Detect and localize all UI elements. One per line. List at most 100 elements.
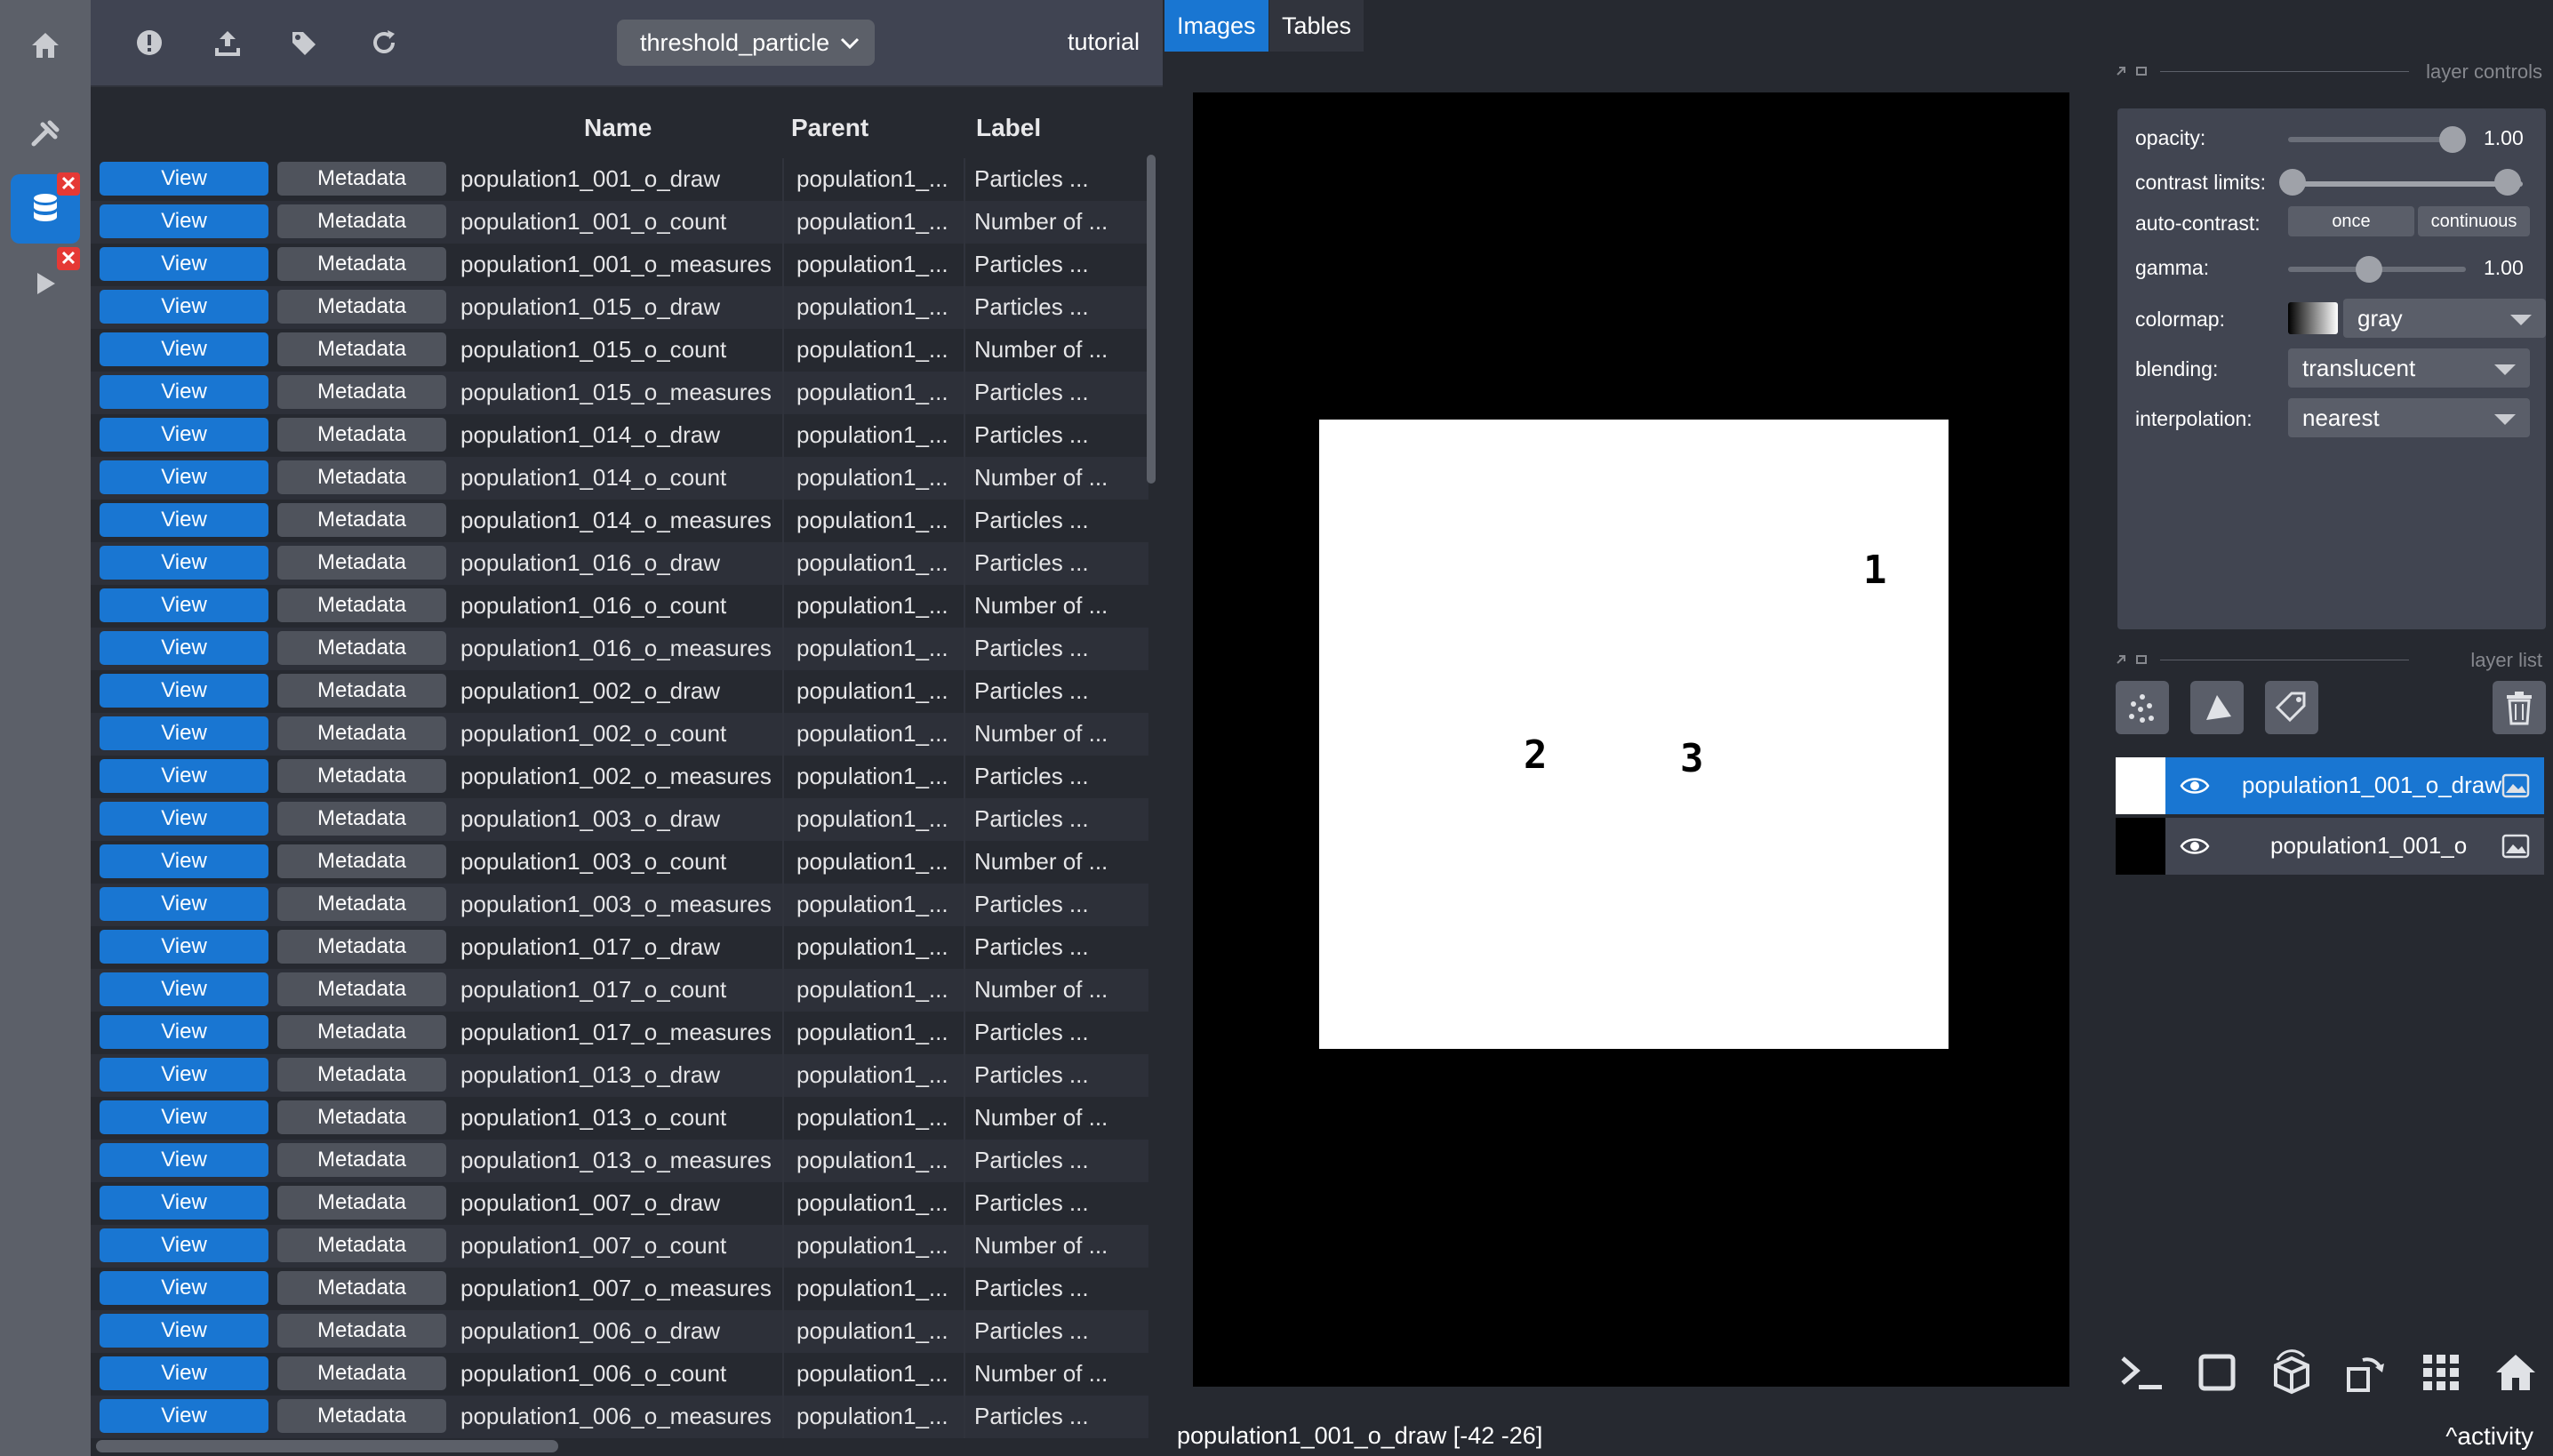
metadata-button[interactable]: Metadata (277, 375, 446, 409)
metadata-button[interactable]: Metadata (277, 546, 446, 580)
transpose-button[interactable] (2340, 1346, 2393, 1399)
metadata-button[interactable]: Metadata (277, 418, 446, 452)
view-button[interactable]: View (100, 375, 268, 409)
contrast-max-handle[interactable] (2494, 169, 2521, 196)
opacity-slider-handle[interactable] (2439, 126, 2466, 153)
view-button[interactable]: View (100, 1228, 268, 1262)
close-database-badge[interactable]: ✕ (57, 172, 80, 196)
view-button[interactable]: View (100, 631, 268, 665)
view-button[interactable]: View (100, 247, 268, 281)
info-button[interactable] (132, 25, 167, 60)
metadata-button[interactable]: Metadata (277, 247, 446, 281)
metadata-button[interactable]: Metadata (277, 1100, 446, 1134)
metadata-button[interactable]: Metadata (277, 930, 446, 964)
view-button[interactable]: View (100, 332, 268, 366)
vertical-scrollbar[interactable] (1147, 155, 1156, 484)
metadata-button[interactable]: Metadata (277, 1015, 446, 1049)
metadata-button[interactable]: Metadata (277, 204, 446, 238)
delete-layer-button[interactable] (2493, 681, 2546, 734)
view-button[interactable]: View (100, 290, 268, 324)
view-button[interactable]: View (100, 759, 268, 793)
metadata-button[interactable]: Metadata (277, 290, 446, 324)
metadata-button[interactable]: Metadata (277, 631, 446, 665)
new-points-layer-button[interactable] (2116, 681, 2169, 734)
refresh-button[interactable] (366, 25, 402, 60)
colormap-select[interactable]: gray (2343, 299, 2546, 338)
column-header-name[interactable]: Name (584, 114, 652, 142)
roll-dimensions-button[interactable] (2265, 1346, 2318, 1399)
view-button[interactable]: View (100, 418, 268, 452)
layer-item[interactable]: population1_001_o (2116, 818, 2544, 875)
activity-toggle[interactable]: ^activity (2445, 1422, 2533, 1451)
gamma-slider-handle[interactable] (2356, 256, 2382, 283)
metadata-button[interactable]: Metadata (277, 802, 446, 836)
new-shapes-layer-button[interactable] (2190, 681, 2244, 734)
view-button[interactable]: View (100, 1356, 268, 1390)
view-button[interactable]: View (100, 674, 268, 708)
metadata-button[interactable]: Metadata (277, 1058, 446, 1092)
blending-select[interactable]: translucent (2288, 348, 2530, 388)
metadata-button[interactable]: Metadata (277, 674, 446, 708)
view-button[interactable]: View (100, 1186, 268, 1220)
contrast-min-handle[interactable] (2279, 169, 2306, 196)
eye-icon[interactable] (2180, 775, 2210, 796)
layer-name[interactable]: population1_001_o_draw (2242, 772, 2501, 799)
view-button[interactable]: View (100, 716, 268, 750)
view-button[interactable]: View (100, 802, 268, 836)
view-button[interactable]: View (100, 1015, 268, 1049)
metadata-button[interactable]: Metadata (277, 1186, 446, 1220)
metadata-button[interactable]: Metadata (277, 1356, 446, 1390)
column-header-parent[interactable]: Parent (791, 114, 868, 142)
interpolation-select[interactable]: nearest (2288, 398, 2530, 437)
metadata-button[interactable]: Metadata (277, 1399, 446, 1433)
contrast-limits-slider[interactable] (2288, 181, 2523, 187)
view-button[interactable]: View (100, 1314, 268, 1348)
view-button[interactable]: View (100, 844, 268, 878)
metadata-button[interactable]: Metadata (277, 972, 446, 1006)
tools-button[interactable] (11, 100, 80, 169)
tags-button[interactable] (288, 25, 324, 60)
metadata-button[interactable]: Metadata (277, 503, 446, 537)
metadata-button[interactable]: Metadata (277, 844, 446, 878)
view-button[interactable]: View (100, 1399, 268, 1433)
float-panel-icon[interactable] (2116, 64, 2151, 78)
view-button[interactable]: View (100, 503, 268, 537)
dataset-select[interactable]: threshold_particle (617, 20, 875, 66)
metadata-button[interactable]: Metadata (277, 759, 446, 793)
view-button[interactable]: View (100, 204, 268, 238)
home-button[interactable] (11, 11, 80, 80)
eye-icon[interactable] (2180, 836, 2210, 857)
column-header-label[interactable]: Label (976, 114, 1041, 142)
layer-name[interactable]: population1_001_o (2270, 832, 2467, 860)
float-panel-icon[interactable] (2116, 652, 2151, 667)
grid-view-button[interactable] (2414, 1346, 2468, 1399)
auto-contrast-once-button[interactable]: once (2288, 206, 2414, 236)
auto-contrast-continuous-button[interactable]: continuous (2418, 206, 2530, 236)
metadata-button[interactable]: Metadata (277, 332, 446, 366)
metadata-button[interactable]: Metadata (277, 162, 446, 196)
metadata-button[interactable]: Metadata (277, 887, 446, 921)
metadata-button[interactable]: Metadata (277, 716, 446, 750)
view-button[interactable]: View (100, 1058, 268, 1092)
view-button[interactable]: View (100, 460, 268, 494)
view-button[interactable]: View (100, 972, 268, 1006)
metadata-button[interactable]: Metadata (277, 1143, 446, 1177)
image-canvas[interactable]: 1 2 3 (1193, 92, 2069, 1387)
view-button[interactable]: View (100, 546, 268, 580)
view-button[interactable]: View (100, 1271, 268, 1305)
view-button[interactable]: View (100, 162, 268, 196)
view-button[interactable]: View (100, 1143, 268, 1177)
new-labels-layer-button[interactable] (2265, 681, 2318, 734)
view-button[interactable]: View (100, 1100, 268, 1134)
reset-view-button[interactable] (2489, 1346, 2542, 1399)
view-button[interactable]: View (100, 887, 268, 921)
console-button[interactable] (2116, 1346, 2169, 1399)
upload-button[interactable] (210, 25, 245, 60)
metadata-button[interactable]: Metadata (277, 460, 446, 494)
metadata-button[interactable]: Metadata (277, 588, 446, 622)
layer-item[interactable]: population1_001_o_draw (2116, 757, 2544, 814)
metadata-button[interactable]: Metadata (277, 1271, 446, 1305)
metadata-button[interactable]: Metadata (277, 1228, 446, 1262)
close-run-badge[interactable]: ✕ (57, 247, 80, 270)
metadata-button[interactable]: Metadata (277, 1314, 446, 1348)
